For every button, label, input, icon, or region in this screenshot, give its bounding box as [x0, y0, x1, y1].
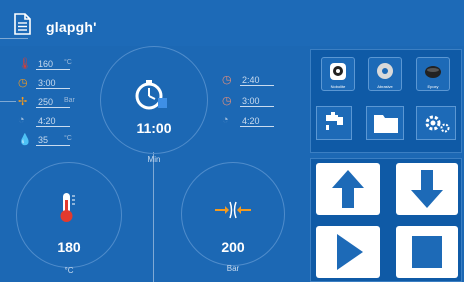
play-icon [337, 234, 363, 270]
stop-icon [412, 236, 442, 268]
tool-label: Epoxy [427, 84, 439, 89]
disc-icon [377, 63, 393, 79]
fan-icon: ✢ [18, 96, 28, 108]
tool-label: Abrasive [377, 84, 393, 89]
page-title: glapgh' [46, 19, 97, 35]
bottle-icon [330, 63, 346, 80]
clock-icon: ◷ [18, 77, 28, 89]
compress-icon [215, 201, 251, 219]
settings-icon [425, 115, 450, 133]
faucet-icon [326, 112, 343, 130]
pot-icon [425, 66, 441, 78]
down-arrow-icon [411, 170, 443, 208]
pressure-value: 200 [221, 239, 245, 255]
timer-value: 11:00 [136, 120, 172, 136]
stopwatch-icon [135, 80, 167, 110]
drop-icon: 💧 [18, 134, 32, 146]
folder-icon [374, 115, 398, 133]
param-unit: °C [64, 135, 72, 142]
clock-icon: ◷ [222, 95, 232, 107]
clock-icon: ◷ [222, 74, 232, 86]
timer-unit: Min [147, 155, 161, 164]
divider [0, 101, 16, 102]
param-unit: Bar [64, 97, 75, 104]
temperature-value: 180 [57, 239, 81, 255]
divider [153, 152, 154, 282]
param-value[interactable]: 3:00 [240, 96, 274, 107]
param-value[interactable]: 4:20 [240, 116, 274, 127]
pressure-unit: Bar [226, 264, 240, 273]
param-value[interactable]: 4:20 [36, 116, 70, 127]
timer-icon: ◔ [222, 114, 229, 126]
param-unit: °C [64, 59, 72, 66]
tool-label: Nobolite [330, 84, 346, 89]
param-value[interactable]: 3:00 [36, 78, 70, 89]
divider [0, 38, 28, 39]
temperature-unit: °C [64, 266, 74, 275]
up-arrow-icon [332, 170, 364, 208]
thermometer-icon [60, 193, 75, 222]
document-icon [14, 13, 31, 35]
timer-icon: ◔ [18, 114, 25, 126]
param-value[interactable]: 2:40 [240, 75, 274, 86]
thermometer-icon: 🌡 [18, 58, 32, 70]
